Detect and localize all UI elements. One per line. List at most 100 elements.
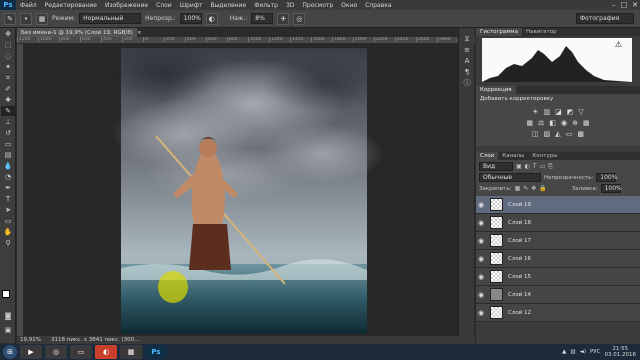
workspace-select[interactable]: Фотография [576,13,634,24]
dodge-tool-icon[interactable]: ◔ [1,172,15,182]
brush-size-picker[interactable]: • [20,12,32,25]
volume-icon[interactable]: ◄) [580,349,586,355]
visibility-eye-icon[interactable]: ◉ [476,201,486,209]
layer-name[interactable]: Слой 17 [508,238,531,244]
zoom-level[interactable]: 19,91% [20,337,41,343]
chrome-icon[interactable]: ◎ [45,345,67,359]
filter-adjust-icon[interactable]: ◐ [525,163,530,170]
lock-position-icon[interactable]: ✥ [531,185,536,192]
tray-arrow-icon[interactable]: ▲ [562,349,566,355]
layer-row[interactable]: ◉ Слой 17 [476,232,640,250]
brush-tool-icon[interactable]: ✎ [1,106,15,116]
pressure-size-icon[interactable]: ◎ [293,12,306,25]
quick-select-tool-icon[interactable]: ✦ [1,62,15,72]
color-lookup-icon[interactable]: ▦ [583,119,590,127]
pressure-opacity-icon[interactable]: ◐ [205,12,218,25]
document-tab[interactable]: Без имени-1 @ 19,9% (Слой 19, RGB/8) × [17,28,141,37]
maximize-button[interactable]: □ [621,1,628,9]
layer-row[interactable]: ◉ Слой 12 [476,304,640,322]
menu-3d[interactable]: 3D [282,2,298,9]
filter-type-icon[interactable]: T [533,163,537,170]
tab-histogram[interactable]: Гистограмма [476,28,522,36]
app-icon[interactable]: ▦ [120,345,142,359]
menu-select[interactable]: Выделение [206,2,250,9]
marquee-tool-icon[interactable]: ⬚ [1,40,15,50]
lasso-tool-icon[interactable]: ◌ [1,51,15,61]
app-icon[interactable]: ◐ [95,345,117,359]
history-panel-icon[interactable]: ⧖ [460,34,474,44]
curves-icon[interactable]: ◪ [555,108,562,116]
layer-name[interactable]: Слой 18 [508,220,531,226]
clone-stamp-tool-icon[interactable]: ⊥ [1,117,15,127]
photo-filter-icon[interactable]: ◉ [561,119,567,127]
eyedropper-tool-icon[interactable]: ✐ [1,84,15,94]
menu-filter[interactable]: Фильтр [250,2,282,9]
menu-layers[interactable]: Слои [152,2,176,9]
menu-view[interactable]: Просмотр [298,2,337,9]
layer-filter-select[interactable]: Вид [479,162,513,171]
pen-tool-icon[interactable]: ✒ [1,183,15,193]
visibility-eye-icon[interactable]: ◉ [476,237,486,245]
exposure-icon[interactable]: ◩ [567,108,574,116]
warning-icon[interactable]: ⚠ [615,40,622,49]
channel-mixer-icon[interactable]: ⊕ [572,119,578,127]
layer-row[interactable]: ◉ Слой 14 [476,286,640,304]
layer-row[interactable]: ◉ Слой 16 [476,250,640,268]
healing-tool-icon[interactable]: ✚ [1,95,15,105]
shape-tool-icon[interactable]: ▭ [1,216,15,226]
color-balance-icon[interactable]: ⚖ [538,119,544,127]
mode-select[interactable]: Нормальный [79,13,142,24]
tab-channels[interactable]: Каналы [498,152,528,160]
filter-smart-icon[interactable]: ⎘ [548,163,553,171]
folder-icon[interactable]: ▭ [70,345,92,359]
character-panel-icon[interactable]: A [460,56,474,66]
menu-edit[interactable]: Редактирование [41,2,101,9]
visibility-eye-icon[interactable]: ◉ [476,273,486,281]
paragraph-panel-icon[interactable]: ¶ [460,67,474,77]
flow-input[interactable]: 8% [251,13,274,24]
language-indicator[interactable]: РУС [590,349,601,355]
vibrance-icon[interactable]: ▽ [578,108,583,116]
layer-name[interactable]: Слой 19 [508,202,531,208]
layer-name[interactable]: Слой 16 [508,256,531,262]
move-tool-icon[interactable]: ✥ [1,29,15,39]
blur-tool-icon[interactable]: 💧 [1,161,15,171]
filter-pixel-icon[interactable]: ▣ [516,163,522,170]
visibility-eye-icon[interactable]: ◉ [476,255,486,263]
document-close-icon[interactable]: × [137,30,142,36]
layer-name[interactable]: Слой 15 [508,274,531,280]
layer-row[interactable]: ◉ Слой 15 [476,268,640,286]
brush-tool-preset-icon[interactable]: ✎ [4,12,16,25]
layer-name[interactable]: Слой 14 [508,292,531,298]
layer-row[interactable]: ◉ Слой 18 [476,214,640,232]
posterize-icon[interactable]: ▨ [544,130,551,138]
history-brush-tool-icon[interactable]: ↺ [1,128,15,138]
close-button[interactable]: ✕ [632,1,638,9]
menu-image[interactable]: Изображение [101,2,152,9]
eraser-tool-icon[interactable]: ▭ [1,139,15,149]
lock-all-icon[interactable]: 🔒 [539,185,546,192]
gradient-map-icon[interactable]: ▭ [566,130,573,138]
menu-window[interactable]: Окно [337,2,361,9]
info-panel-icon[interactable]: ⓘ [460,78,474,88]
layer-row[interactable]: ◉ Слой 19 [476,196,640,214]
invert-icon[interactable]: ◫ [532,130,539,138]
photoshop-icon[interactable]: Ps [145,345,167,359]
tab-layers[interactable]: Слои [476,152,499,160]
filter-shape-icon[interactable]: ▭ [540,163,546,170]
lock-pixels-icon[interactable]: ✎ [523,185,528,192]
crop-tool-icon[interactable]: ⌗ [1,73,15,83]
hue-saturation-icon[interactable]: ▦ [526,119,533,127]
menu-help[interactable]: Справка [361,2,395,9]
visibility-eye-icon[interactable]: ◉ [476,291,486,299]
levels-icon[interactable]: ▥ [544,108,551,116]
airbrush-icon[interactable]: ✈ [277,12,290,25]
minimize-button[interactable]: – [612,1,616,9]
layer-name[interactable]: Слой 12 [508,310,531,316]
black-white-icon[interactable]: ◧ [549,119,556,127]
visibility-eye-icon[interactable]: ◉ [476,219,486,227]
brush-panel-toggle-icon[interactable]: ▦ [36,12,48,25]
windows-start-icon[interactable]: ⊞ [3,345,17,359]
canvas-area[interactable] [23,44,475,336]
screen-mode-icon[interactable]: ▣ [1,325,15,335]
